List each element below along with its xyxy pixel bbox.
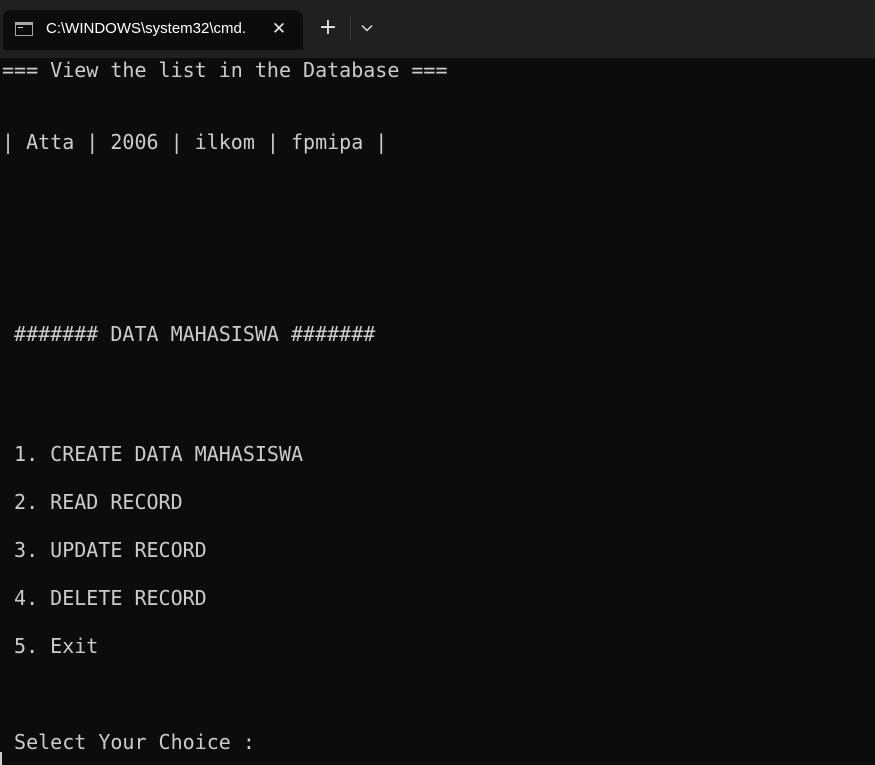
tab-title: C:\WINDOWS\system32\cmd. (46, 20, 247, 37)
chevron-down-icon[interactable] (354, 14, 380, 42)
title-bar: C:\WINDOWS\system32\cmd. ✕ + (0, 0, 875, 58)
choice-prompt: Select Your Choice : (2, 730, 255, 754)
menu-item-create: 1. CREATE DATA MAHASISWA (2, 442, 304, 466)
tab-separator (350, 16, 351, 40)
text-cursor (0, 752, 2, 765)
console-icon (15, 22, 33, 36)
tab-cmd[interactable]: C:\WINDOWS\system32\cmd. ✕ (3, 10, 303, 50)
menu-item-update: 3. UPDATE RECORD (2, 538, 207, 562)
console-output[interactable]: === View the list in the Database === | … (0, 58, 875, 765)
menu-item-exit: 5. Exit (2, 634, 99, 658)
menu-item-delete: 4. DELETE RECORD (2, 586, 207, 610)
menu-item-read: 2. READ RECORD (2, 490, 183, 514)
console-header: === View the list in the Database === (2, 58, 448, 82)
new-tab-button[interactable]: + (313, 14, 343, 42)
record-row: | Atta | 2006 | ilkom | fpmipa | (2, 130, 388, 154)
close-icon[interactable]: ✕ (267, 17, 291, 41)
menu-title: ####### DATA MAHASISWA ####### (2, 322, 376, 346)
